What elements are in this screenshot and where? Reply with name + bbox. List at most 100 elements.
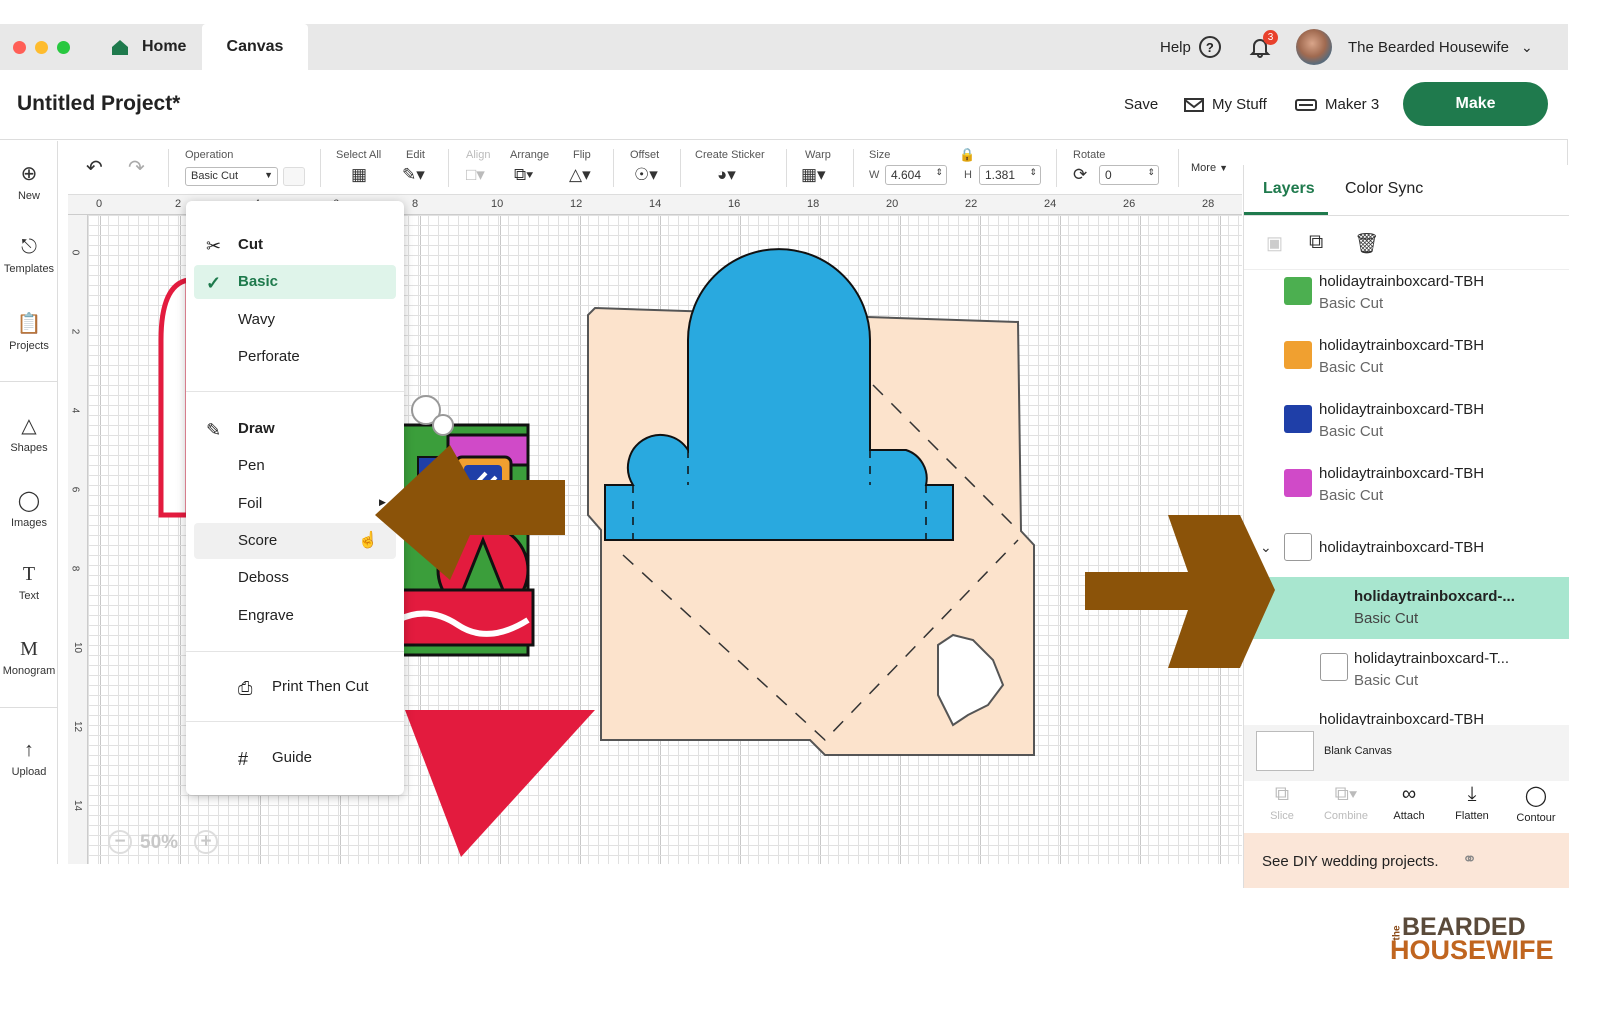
menu-item-label: Basic: [238, 273, 279, 290]
sidebar-item-new[interactable]: ⊕ New: [0, 161, 58, 202]
stepper-icon[interactable]: ⇕: [1147, 167, 1155, 178]
arrange-button[interactable]: Arrange ⧉▾: [510, 149, 549, 184]
minimize-window-button[interactable]: [35, 41, 48, 54]
sidebar-item-text[interactable]: T Text: [0, 563, 58, 602]
toolbar-divider: [680, 149, 681, 187]
layer-list: holidaytrainboxcard-TBH Basic Cut holida…: [1244, 269, 1569, 725]
menu-divider: [186, 391, 404, 392]
layer-row[interactable]: holidaytrainboxcard-T... Basic Cut: [1244, 639, 1569, 701]
panel-tabs-divider: [1244, 215, 1569, 216]
zoom-in-icon[interactable]: +: [194, 830, 218, 854]
toolbar-divider: [320, 149, 321, 187]
create-sticker-button[interactable]: Create Sticker ◕▾: [695, 149, 765, 184]
save-button[interactable]: Save: [1124, 96, 1158, 113]
group-icon[interactable]: ▣: [1266, 233, 1283, 254]
home-icon: [112, 40, 128, 55]
ruler-top-tick: 20: [886, 198, 899, 210]
warp-button[interactable]: Warp ▦▾: [801, 149, 831, 184]
layer-row[interactable]: holidaytrainboxcard-TBH: [1244, 703, 1569, 725]
promo-banner[interactable]: See DIY wedding projects. ⚭: [1244, 833, 1569, 888]
ruler-top-tick: 14: [649, 198, 662, 210]
sidebar-item-monogram[interactable]: M Monogram: [0, 638, 58, 677]
project-header: Untitled Project* Save My Stuff Maker 3 …: [0, 70, 1568, 140]
toolbar-divider: [786, 149, 787, 187]
menu-item-label: Wavy: [238, 311, 275, 328]
hand-cursor-icon: ☝: [358, 532, 378, 549]
align-button[interactable]: Align □▾: [466, 149, 490, 184]
account-menu[interactable]: The Bearded Housewife ⌄: [1348, 24, 1533, 70]
lock-icon[interactable]: 🔒: [959, 147, 975, 163]
notifications-button[interactable]: 3: [1248, 24, 1278, 70]
height-input[interactable]: 1.381 ⇕: [979, 165, 1041, 185]
sidebar-item-images[interactable]: ◯ Images: [0, 488, 58, 529]
red-triangle-shape: [405, 710, 595, 857]
project-title[interactable]: Untitled Project*: [17, 92, 180, 116]
stepper-icon[interactable]: ⇕: [1029, 167, 1037, 178]
make-button[interactable]: Make: [1403, 82, 1548, 126]
ruler-left-tick: 2: [69, 328, 81, 335]
menu-item-label: Engrave: [238, 607, 294, 624]
tab-color-sync-label: Color Sync: [1345, 180, 1424, 197]
sidebar-item-upload[interactable]: ↑ Upload: [0, 739, 58, 778]
contour-label: Contour: [1516, 812, 1556, 824]
tab-canvas[interactable]: Canvas: [202, 24, 308, 70]
color-swatch[interactable]: [283, 167, 305, 186]
sidebar-item-projects[interactable]: 📋 Projects: [0, 311, 58, 352]
flip-button[interactable]: Flip △▾: [569, 149, 591, 184]
layer-thumbnail: [1284, 405, 1312, 433]
my-stuff-button[interactable]: My Stuff: [1184, 96, 1267, 113]
sidebar-item-shapes[interactable]: △ Shapes: [0, 413, 58, 454]
tab-layers[interactable]: Layers: [1263, 180, 1315, 198]
chevron-down-icon[interactable]: ⌄: [1260, 539, 1272, 556]
operation-select[interactable]: Basic Cut ▼: [185, 167, 278, 186]
offset-button[interactable]: Offset ☉▾: [630, 149, 659, 184]
tab-color-sync[interactable]: Color Sync: [1345, 180, 1423, 198]
layer-row-selected[interactable]: holidaytrainboxcard-... Basic Cut: [1249, 577, 1569, 639]
duplicate-icon[interactable]: ⧉: [1309, 231, 1323, 254]
save-label: Save: [1124, 96, 1159, 113]
sticker-icon: ◕▾: [717, 165, 736, 184]
tab-home[interactable]: Home: [100, 24, 202, 70]
layer-row[interactable]: holidaytrainboxcard-TBH Basic Cut: [1244, 393, 1569, 455]
layer-thumbnail: [1284, 341, 1312, 369]
menu-divider: [186, 721, 404, 722]
tab-layers-label: Layers: [1263, 180, 1315, 197]
layer-name: holidaytrainboxcard-TBH: [1319, 711, 1485, 725]
layer-group-row[interactable]: ⌄ holidaytrainboxcard-TBH: [1244, 521, 1569, 577]
redo-icon[interactable]: ↷: [128, 155, 145, 180]
stepper-icon[interactable]: ⇕: [935, 167, 943, 178]
width-input[interactable]: 4.604 ⇕: [885, 165, 947, 185]
layer-row[interactable]: holidaytrainboxcard-TBH Basic Cut: [1244, 329, 1569, 391]
avatar[interactable]: [1296, 29, 1332, 65]
monogram-icon: M: [20, 638, 38, 660]
align-icon: □▾: [466, 165, 485, 184]
rotate-label: Rotate: [1073, 149, 1106, 161]
slice-button[interactable]: ⧉ Slice: [1252, 783, 1312, 822]
blank-canvas-swatch[interactable]: [1256, 731, 1314, 771]
attach-button[interactable]: ∞ Attach: [1379, 783, 1439, 822]
more-button[interactable]: More ▼: [1191, 162, 1228, 174]
sidebar-label: Images: [10, 517, 48, 529]
rotate-input[interactable]: 0 ⇕: [1099, 165, 1159, 185]
upload-icon: ↑: [24, 739, 34, 761]
selected-highlight: [194, 265, 396, 299]
blank-canvas-row[interactable]: Blank Canvas: [1244, 725, 1569, 781]
help-button[interactable]: Help ?: [1160, 24, 1221, 70]
layer-row[interactable]: holidaytrainboxcard-TBH Basic Cut: [1244, 457, 1569, 519]
layer-row[interactable]: holidaytrainboxcard-TBH Basic Cut: [1244, 270, 1569, 327]
sidebar-label: Shapes: [10, 442, 48, 454]
combine-button[interactable]: ⧉▾ Combine: [1316, 783, 1376, 822]
sidebar-item-templates[interactable]: ⎋ Templates: [0, 236, 58, 275]
edit-button[interactable]: Edit ✎▾: [402, 149, 425, 184]
layer-name: holidaytrainboxcard-TBH: [1319, 539, 1485, 556]
close-window-button[interactable]: [13, 41, 26, 54]
trash-icon[interactable]: 🗑: [1354, 231, 1379, 256]
zoom-out-icon[interactable]: −: [108, 830, 132, 854]
select-all-button[interactable]: Select All ▦: [336, 149, 381, 184]
maximize-window-button[interactable]: [57, 41, 70, 54]
machine-selector[interactable]: Maker 3: [1295, 96, 1379, 113]
flatten-button[interactable]: ⤓ Flatten: [1442, 783, 1502, 822]
undo-icon[interactable]: ↶: [86, 155, 103, 180]
printer-icon: ⎙: [238, 678, 253, 698]
contour-button[interactable]: ◯ Contour: [1506, 783, 1566, 824]
